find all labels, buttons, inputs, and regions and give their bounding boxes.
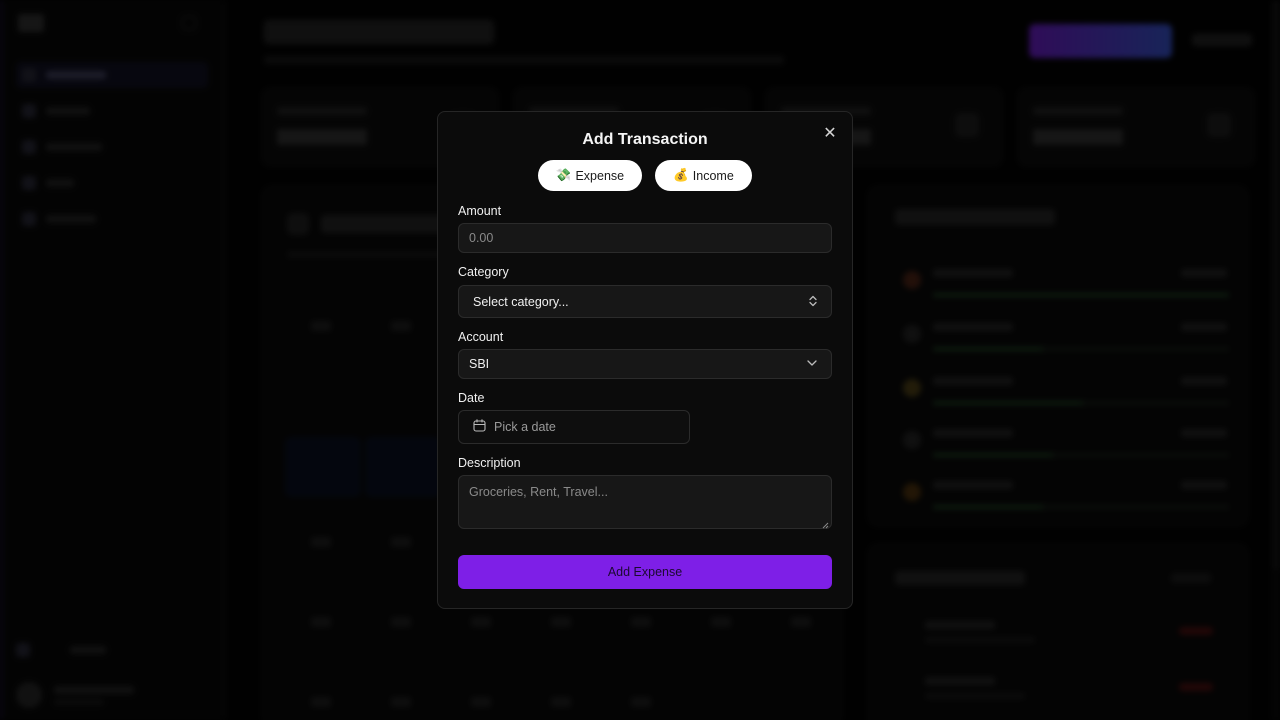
date-label: Date — [458, 391, 485, 405]
description-textarea[interactable] — [469, 476, 831, 528]
add-transaction-dialog: Add Transaction ✕ 💸 Expense 💰 Income Amo… — [437, 111, 853, 609]
amount-input[interactable] — [469, 231, 831, 245]
account-label: Account — [458, 330, 504, 344]
close-icon: ✕ — [823, 125, 837, 142]
category-label: Category — [458, 265, 509, 279]
amount-label: Amount — [458, 204, 502, 218]
income-toggle-button[interactable]: 💰 Income — [655, 160, 752, 191]
chevrons-up-down-icon — [809, 295, 817, 309]
description-field[interactable] — [458, 475, 832, 529]
expense-toggle-button[interactable]: 💸 Expense — [538, 160, 642, 191]
app-root: Add Transaction ✕ 💸 Expense 💰 Income Amo… — [0, 0, 1280, 720]
add-expense-button[interactable]: Add Expense — [458, 555, 832, 589]
account-value: SBI — [469, 357, 490, 371]
amount-field[interactable] — [458, 223, 832, 253]
date-picker-button[interactable]: Pick a date — [458, 410, 690, 444]
date-placeholder: Pick a date — [494, 420, 556, 434]
category-value: Select category... — [473, 294, 569, 309]
category-select[interactable]: Select category... — [458, 285, 832, 318]
dialog-title: Add Transaction — [582, 131, 708, 148]
expense-label: Expense — [575, 168, 625, 183]
money-with-wings-icon: 💸 — [555, 168, 572, 182]
account-select[interactable]: SBI — [458, 349, 832, 379]
close-button[interactable]: ✕ — [821, 124, 839, 142]
resize-handle-icon[interactable] — [821, 518, 829, 529]
calendar-icon — [473, 419, 486, 435]
income-label: Income — [692, 168, 734, 183]
money-bag-icon: 💰 — [673, 168, 689, 182]
chevron-down-icon — [807, 360, 817, 368]
description-label: Description — [458, 456, 521, 470]
